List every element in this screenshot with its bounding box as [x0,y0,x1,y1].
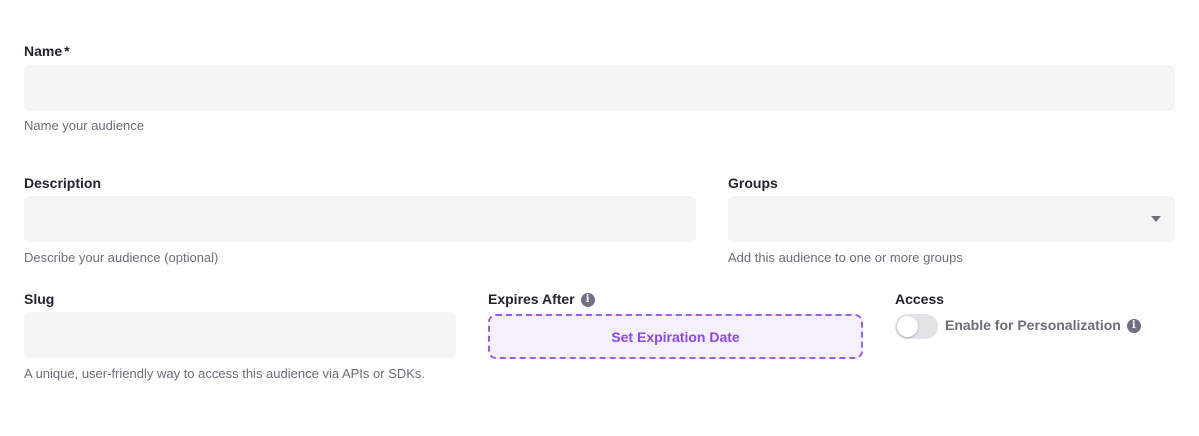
info-icon[interactable]: i [580,293,595,308]
slug-help: A unique, user-friendly way to access th… [24,366,426,381]
set-expiration-date-button[interactable]: Set Expiration Date [488,314,863,359]
personalization-toggle[interactable] [895,314,938,339]
expires-label: Expires After i [488,291,595,308]
name-label: Name * [24,43,70,59]
groups-label: Groups [728,175,778,191]
info-icon[interactable]: i [1126,319,1141,334]
slug-label: Slug [24,291,55,307]
groups-select[interactable] [728,196,1175,242]
description-input[interactable] [24,196,696,242]
groups-help: Add this audience to one or more groups [728,250,963,265]
personalization-label: Enable for Personalization i [945,317,1141,334]
description-label: Description [24,175,102,191]
toggle-knob [897,316,918,337]
access-label: Access [895,291,945,307]
name-input[interactable] [24,65,1175,111]
slug-input[interactable] [24,312,456,358]
chevron-down-icon [1151,216,1161,222]
name-help: Name your audience [24,118,144,133]
description-help: Describe your audience (optional) [24,250,219,265]
